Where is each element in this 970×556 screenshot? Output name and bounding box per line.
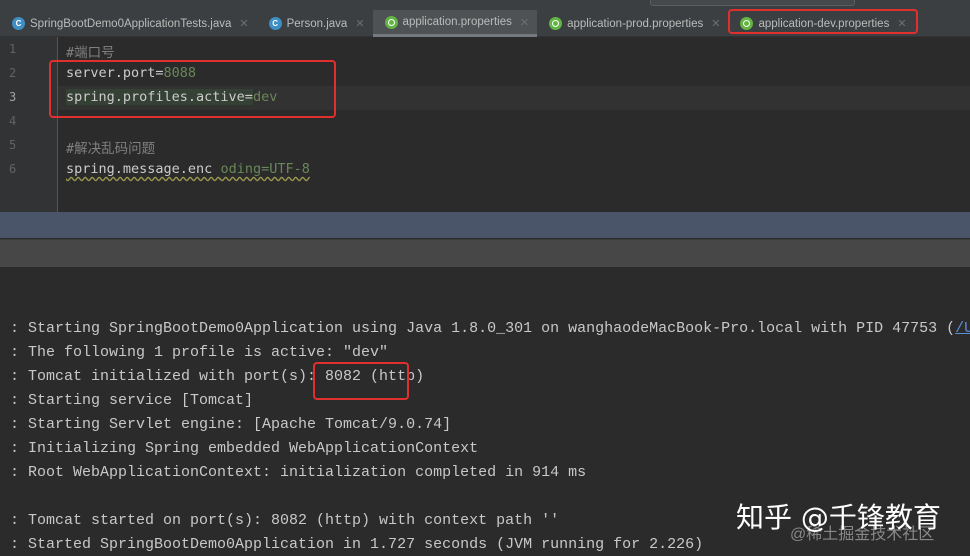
console-toolbar [0, 239, 970, 267]
tab-springbootdemo0-tests[interactable]: C SpringBootDemo0ApplicationTests.java ✕ [0, 10, 257, 37]
log-line: : The following 1 profile is active: "de… [10, 344, 389, 361]
line-number: 1 [9, 42, 17, 56]
property-key: spring.message.enc [66, 161, 221, 177]
close-icon[interactable]: ✕ [520, 16, 529, 29]
class-icon: C [12, 17, 25, 30]
code-comment: #解决乱码问题 [66, 141, 156, 157]
line-number: 6 [9, 162, 17, 176]
log-line: : Root WebApplicationContext: initializa… [10, 464, 587, 481]
tab-label: application-prod.properties [567, 17, 704, 30]
tab-label: SpringBootDemo0ApplicationTests.java [30, 17, 232, 30]
watermark: 知乎 @千锋教育 [736, 501, 941, 534]
line-number: 2 [9, 66, 17, 80]
tab-application-properties[interactable]: application.properties ✕ [372, 10, 538, 37]
log-line: : Starting Servlet engine: [Apache Tomca… [10, 416, 452, 433]
log-line: : Starting SpringBootDemo0Application us… [10, 320, 970, 337]
close-icon[interactable]: ✕ [711, 17, 720, 30]
close-icon[interactable]: ✕ [355, 17, 364, 30]
code-comment: #端口号 [66, 45, 115, 61]
class-icon: C [268, 17, 282, 30]
panel-header [0, 212, 970, 238]
highlight-box [728, 9, 918, 34]
highlight-box [313, 362, 409, 400]
log-line: : Starting service [Tomcat] [10, 392, 254, 409]
tab-person[interactable]: C Person.java ✕ [257, 10, 373, 37]
line-number: 3 [9, 90, 17, 104]
tab-label: Person.java [286, 17, 348, 30]
close-icon[interactable]: ✕ [239, 17, 248, 30]
log-line: : Tomcat started on port(s): 8082 (http)… [10, 512, 560, 529]
line-number: 5 [9, 138, 17, 152]
log-line: : Started SpringBootDemo0Application in … [10, 536, 704, 553]
run-config-selector[interactable] [650, 0, 855, 6]
code-line: spring.message.enc oding=UTF-8 [66, 161, 310, 177]
tab-application-prod-properties[interactable]: application-prod.properties ✕ [537, 10, 728, 37]
log-text: : Starting SpringBootDemo0Application us… [10, 320, 956, 337]
spring-icon [384, 15, 398, 29]
log-link[interactable]: /U [955, 320, 970, 337]
log-line: : Initializing Spring embedded WebApplic… [10, 440, 479, 457]
highlight-box [49, 60, 336, 118]
line-number: 4 [9, 114, 17, 128]
tab-label: application.properties [402, 16, 512, 28]
spring-icon [549, 17, 563, 30]
property-value: oding=UTF-8 [220, 161, 310, 177]
